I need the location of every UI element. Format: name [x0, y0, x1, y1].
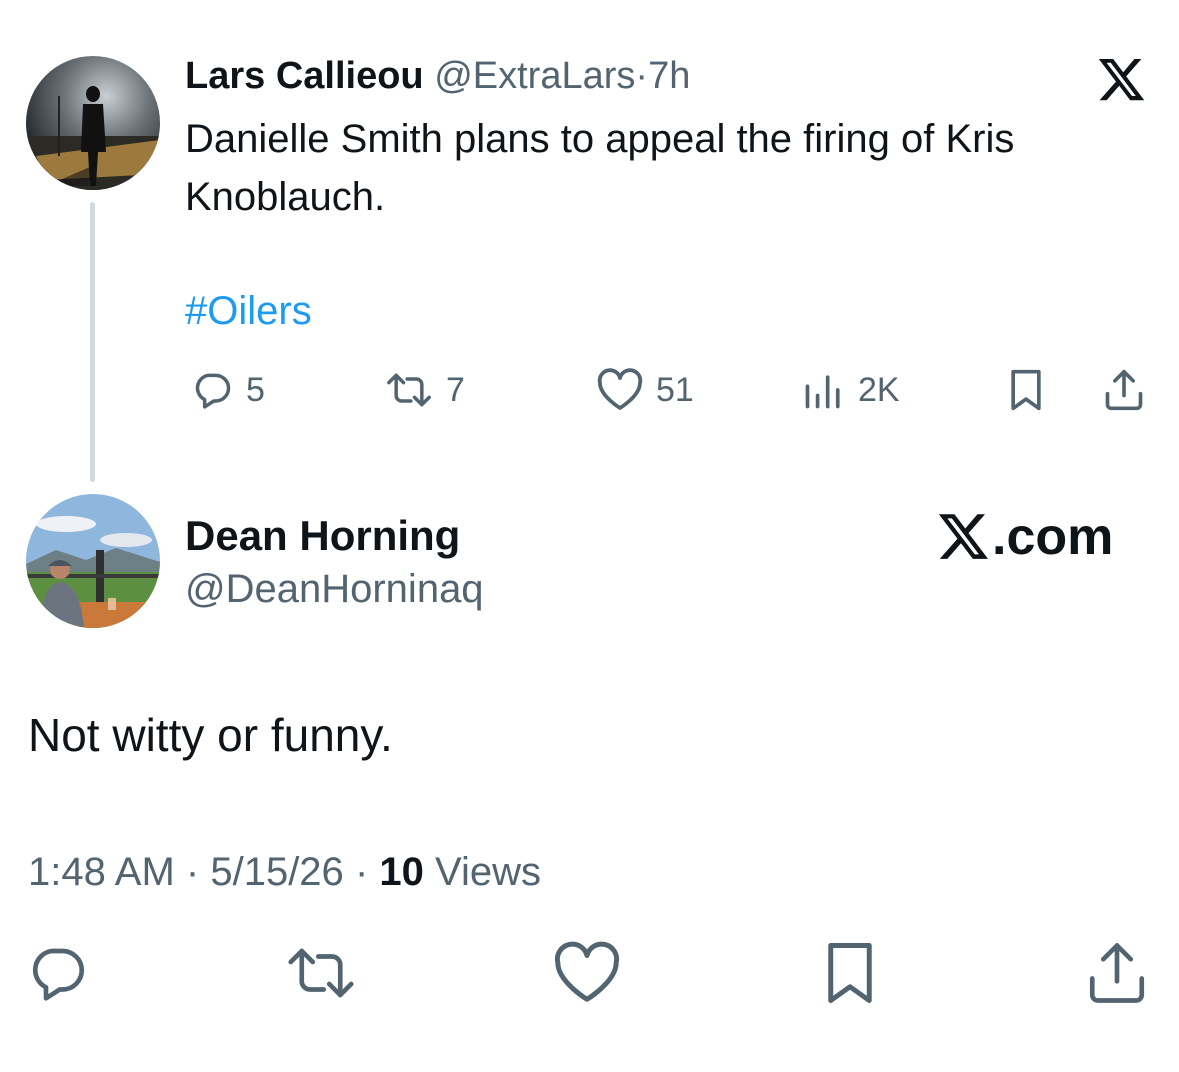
bookmark-button[interactable] [820, 940, 880, 1006]
repost-icon [284, 940, 358, 1006]
hashtag-link[interactable]: #Oilers [185, 286, 312, 336]
reply-author-handle[interactable]: @DeanHorninaq [185, 564, 484, 614]
tweet-meta: 1:48 AM · 5/15/26 · 10 Views [28, 846, 541, 898]
repost-icon [384, 368, 434, 412]
x-com-watermark: .com [938, 508, 1113, 566]
reply-button[interactable] [24, 940, 90, 1006]
reply-action[interactable]: 5 [190, 364, 265, 416]
reply-author-name[interactable]: Dean Horning [185, 510, 460, 562]
avatar-lars-callieou[interactable] [26, 56, 160, 190]
author-handle[interactable]: @ExtraLars [434, 55, 635, 97]
repost-action[interactable]: 7 [384, 364, 465, 416]
author-name[interactable]: Lars Callieou [185, 55, 424, 97]
repost-count: 7 [446, 370, 465, 409]
heart-icon [552, 940, 622, 1006]
share-icon [1084, 940, 1150, 1006]
tweet-date[interactable]: 5/15/26 [210, 850, 343, 894]
thread-connector-line [90, 202, 95, 482]
bookmark-action[interactable] [1006, 364, 1046, 416]
reply-icon [190, 368, 234, 412]
views-action[interactable]: 2K [802, 364, 900, 416]
like-count: 51 [656, 370, 694, 409]
parent-tweet-text: Danielle Smith plans to appeal the firin… [185, 117, 1015, 219]
x-logo-icon [938, 513, 992, 561]
views-count: 2K [858, 370, 900, 409]
bookmark-icon [1006, 368, 1046, 412]
avatar-dean-horning[interactable] [26, 494, 160, 628]
x-logo-icon [1098, 58, 1146, 102]
reply-icon [24, 940, 90, 1006]
views-label: Views [435, 850, 541, 894]
tweet-timestamp[interactable]: 1:48 AM [28, 850, 175, 894]
domain-label: .com [992, 508, 1114, 566]
like-action[interactable]: 51 [596, 364, 694, 416]
share-icon [1102, 368, 1146, 412]
reply-tweet-text: Not witty or funny. [28, 709, 393, 761]
bookmark-icon [820, 940, 880, 1006]
separator-dot: · [635, 55, 649, 97]
parent-tweet-header: Lars Callieou @ExtraLars·7h [185, 52, 690, 100]
reply-count: 5 [246, 370, 265, 409]
views-chart-icon [802, 368, 846, 412]
share-action[interactable] [1102, 364, 1146, 416]
heart-icon [596, 368, 644, 412]
separator-dot: · [354, 850, 369, 894]
like-button[interactable] [552, 940, 622, 1006]
tweet-time[interactable]: 7h [648, 55, 690, 97]
repost-button[interactable] [284, 940, 358, 1006]
share-button[interactable] [1084, 940, 1150, 1006]
separator-dot: · [185, 850, 200, 894]
views-count: 10 [379, 850, 424, 894]
